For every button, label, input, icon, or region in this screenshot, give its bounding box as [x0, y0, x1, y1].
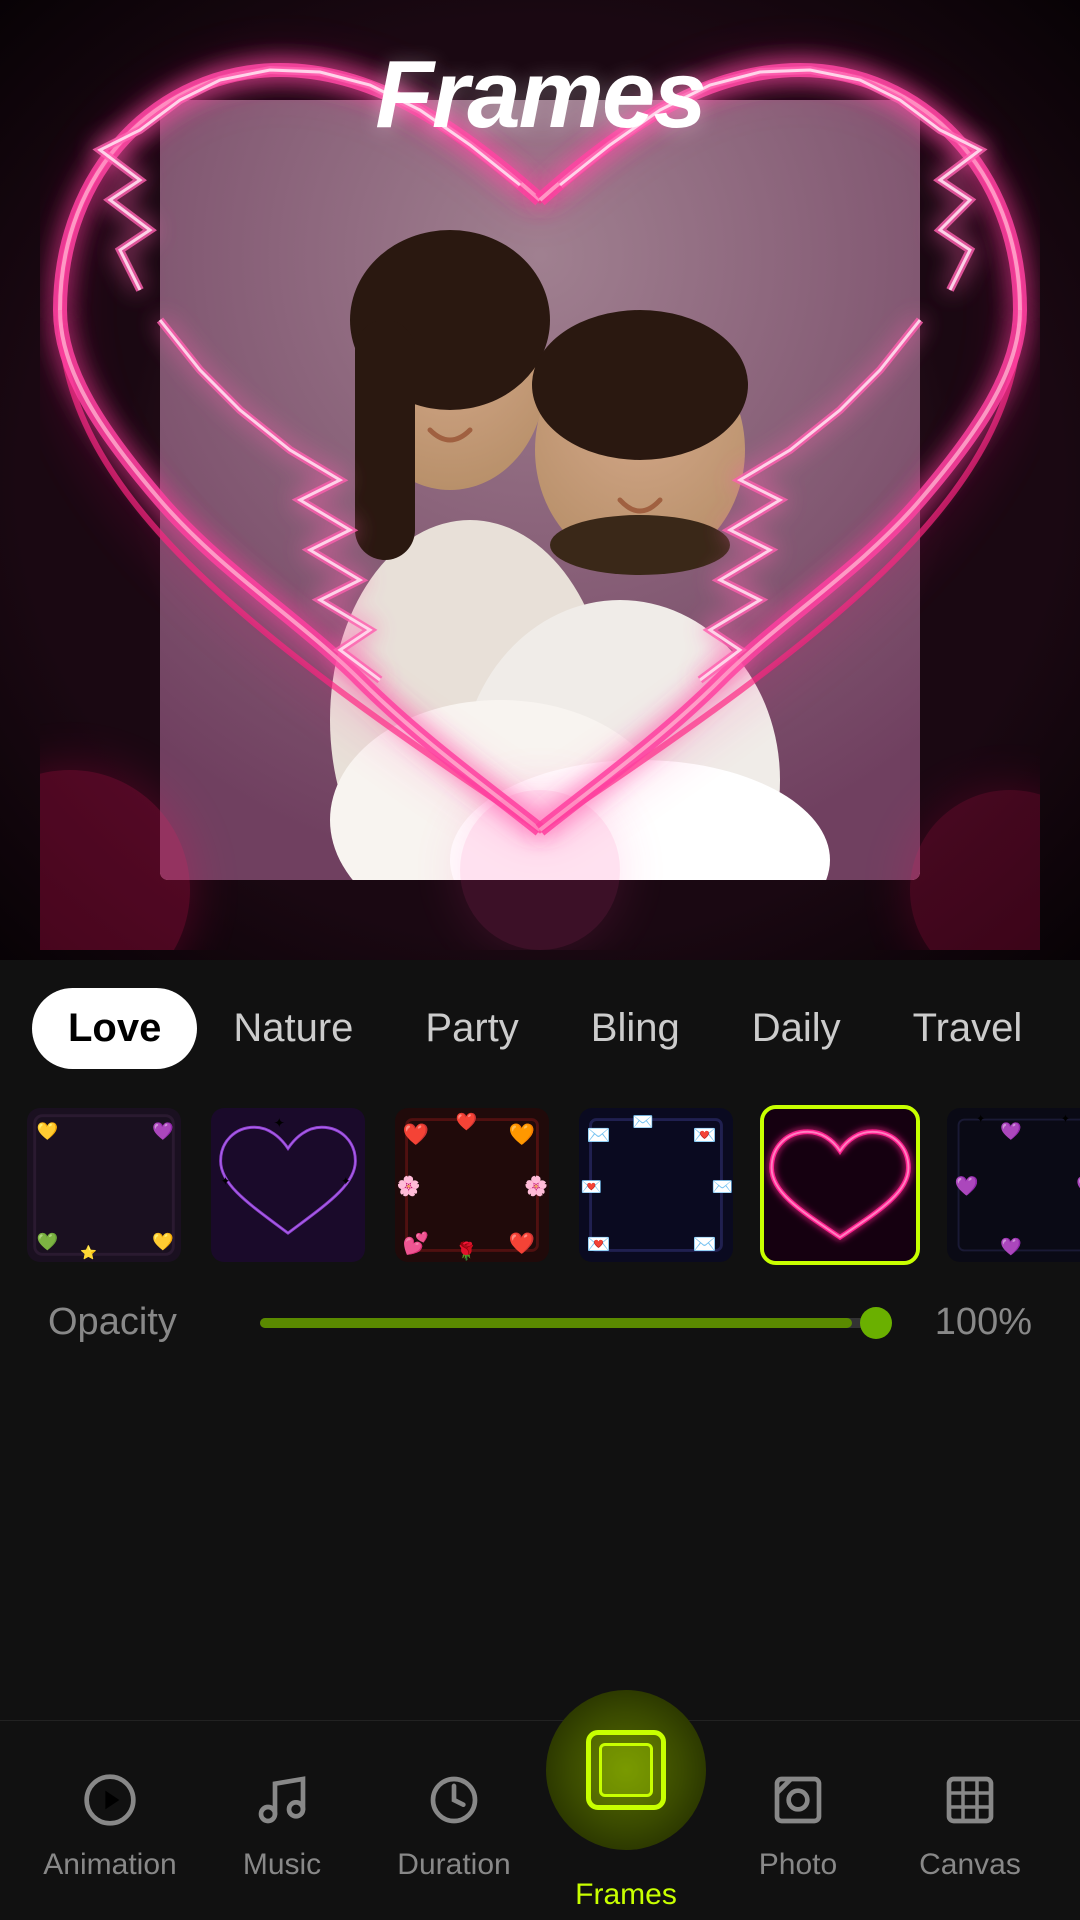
svg-text:✦: ✦	[274, 1115, 285, 1130]
frame-thumb-f1[interactable]: 💛 💜 💚 💛 ⭐	[24, 1105, 184, 1265]
svg-text:❤️: ❤️	[509, 1231, 536, 1255]
svg-text:💌: 💌	[587, 1234, 611, 1255]
opacity-fill	[260, 1318, 852, 1328]
play-circle-icon	[70, 1760, 150, 1840]
opacity-thumb[interactable]	[860, 1307, 892, 1339]
frame-thumb-f4[interactable]: ✉️ 💌 ✉️ 💌 ✉️ 💌 ✉️	[576, 1105, 736, 1265]
nav-label-frames: Frames	[575, 1878, 677, 1912]
category-tab-bling[interactable]: Bling	[555, 988, 716, 1069]
category-tab-party[interactable]: Party	[389, 988, 554, 1069]
timer-icon	[414, 1760, 494, 1840]
svg-text:✉️: ✉️	[632, 1111, 654, 1131]
frame-thumb-f6[interactable]: 💜 💜 💜 💜 ✦ ✦	[944, 1105, 1080, 1265]
svg-text:✦: ✦	[221, 1176, 231, 1188]
canvas-icon	[930, 1760, 1010, 1840]
svg-text:🌸: 🌸	[524, 1175, 548, 1198]
couple-photo	[160, 100, 920, 880]
svg-text:✉️: ✉️	[693, 1234, 717, 1255]
svg-text:❤️: ❤️	[456, 1111, 478, 1131]
opacity-row: Opacity 100%	[0, 1281, 1080, 1364]
svg-text:✉️: ✉️	[587, 1126, 611, 1147]
svg-text:💕: 💕	[403, 1230, 429, 1255]
nav-label-photo: Photo	[759, 1848, 837, 1882]
svg-text:💜: 💜	[1000, 1121, 1022, 1141]
category-tab-daily[interactable]: Daily	[716, 988, 877, 1069]
svg-text:💌: 💌	[581, 1177, 603, 1197]
frame-thumb-f3[interactable]: ❤️ 🧡 ❤️ 💕 ❤️ 🌹 🌸 🌸	[392, 1105, 552, 1265]
nav-item-music[interactable]: Music	[196, 1760, 368, 1882]
nav-label-canvas: Canvas	[919, 1848, 1021, 1882]
svg-text:💛: 💛	[37, 1121, 59, 1141]
opacity-value: 100%	[922, 1301, 1032, 1344]
frame-thumb-f2[interactable]: ✦ ✦ ✦	[208, 1105, 368, 1265]
frame-thumbnails: 💛 💜 💚 💛 ⭐ ✦ ✦ ✦ ❤️ 🧡 ❤️ 💕 ❤️ 🌹 🌸 🌸 ✉️ 💌 ✉️ 💌 ✉️ 💌…	[0, 1089, 1080, 1281]
svg-text:✦: ✦	[1061, 1113, 1071, 1125]
category-tabs: LoveNaturePartyBlingDailyTravel	[0, 960, 1080, 1089]
svg-text:💛: 💛	[152, 1232, 174, 1252]
category-tab-travel[interactable]: Travel	[877, 988, 1059, 1069]
frame-thumb-f5[interactable]	[760, 1105, 920, 1265]
opacity-label: Opacity	[48, 1301, 228, 1344]
svg-text:✦: ✦	[976, 1113, 986, 1125]
svg-text:❤️: ❤️	[403, 1123, 430, 1147]
svg-text:💜: 💜	[955, 1176, 980, 1198]
svg-text:💜: 💜	[1000, 1236, 1022, 1256]
svg-text:🌸: 🌸	[397, 1175, 421, 1198]
svg-text:💜: 💜	[1076, 1176, 1080, 1198]
svg-text:🧡: 🧡	[509, 1123, 536, 1147]
nav-item-animation[interactable]: Animation	[24, 1760, 196, 1882]
preview-area: Frames	[0, 0, 1080, 960]
bottom-nav: Animation Music Duration Frames Photo Canvas	[0, 1720, 1080, 1920]
svg-text:✦: ✦	[341, 1176, 351, 1188]
svg-text:💜: 💜	[152, 1121, 174, 1141]
nav-item-duration[interactable]: Duration	[368, 1760, 540, 1882]
opacity-slider[interactable]	[260, 1318, 890, 1328]
svg-text:🌹: 🌹	[456, 1240, 478, 1261]
frame-icon	[546, 1690, 706, 1850]
photo-icon	[758, 1760, 838, 1840]
music-note-icon	[242, 1760, 322, 1840]
nav-label-animation: Animation	[43, 1848, 176, 1882]
category-tab-nature[interactable]: Nature	[197, 988, 389, 1069]
nav-item-frames[interactable]: Frames	[540, 1730, 712, 1912]
nav-label-duration: Duration	[397, 1848, 510, 1882]
bottom-panel: LoveNaturePartyBlingDailyTravel 💛 💜 💚 💛 ⭐ …	[0, 960, 1080, 1920]
svg-text:✉️: ✉️	[712, 1177, 733, 1197]
page-title: Frames	[0, 40, 1080, 150]
svg-text:💌: 💌	[693, 1126, 717, 1147]
nav-label-music: Music	[243, 1848, 321, 1882]
nav-item-photo[interactable]: Photo	[712, 1760, 884, 1882]
svg-text:💚: 💚	[37, 1232, 59, 1252]
nav-item-canvas[interactable]: Canvas	[884, 1760, 1056, 1882]
category-tab-love[interactable]: Love	[32, 988, 197, 1069]
svg-text:⭐: ⭐	[80, 1244, 97, 1260]
